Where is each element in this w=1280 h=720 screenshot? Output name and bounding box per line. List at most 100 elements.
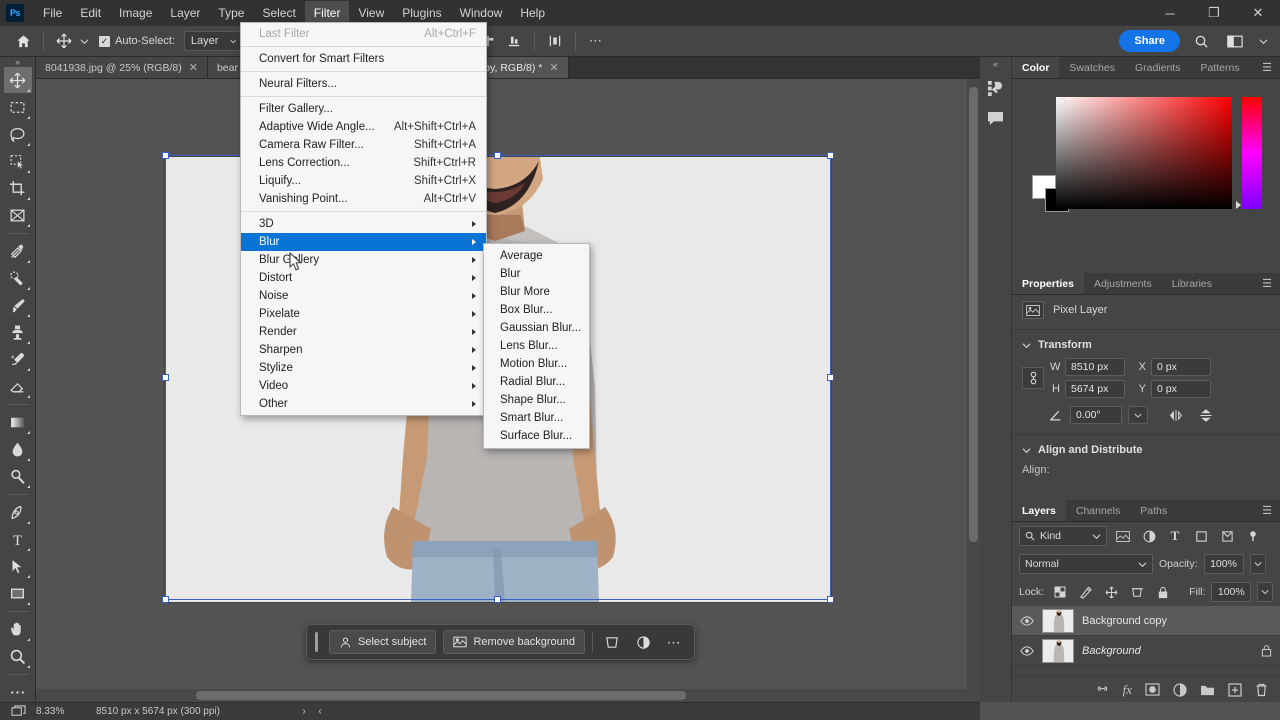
object-selection-tool[interactable] <box>4 148 32 174</box>
eraser-tool[interactable] <box>4 373 32 399</box>
y-field[interactable]: 0 px <box>1151 380 1211 398</box>
tab-gradients[interactable]: Gradients <box>1125 57 1191 78</box>
minimize-button[interactable]: ─ <box>1148 0 1192 26</box>
fill-dropdown[interactable] <box>1257 582 1274 602</box>
spot-healing-brush-tool[interactable] <box>4 265 32 291</box>
hue-strip[interactable] <box>1242 97 1262 209</box>
actions-icon[interactable] <box>983 75 1009 101</box>
delete-layer-icon[interactable] <box>1255 683 1268 697</box>
blur-submenu-item[interactable]: Gaussian Blur... <box>484 319 589 337</box>
filter-menu-item[interactable]: Video <box>241 377 486 395</box>
rail-collapse-button[interactable]: « <box>980 57 1012 71</box>
tool-preset-chevron-icon[interactable] <box>77 29 91 53</box>
brush-tool[interactable] <box>4 292 32 318</box>
zoom-level[interactable]: 8.33% <box>36 706 96 717</box>
blur-submenu[interactable]: Average Blur Blur More Box Blur... Gaussian … <box>483 243 590 449</box>
auto-select-checkbox[interactable]: ✓ Auto-Select: <box>99 35 175 47</box>
filter-toggle-icon[interactable] <box>1243 526 1263 546</box>
lasso-tool[interactable] <box>4 121 32 147</box>
tab-layers[interactable]: Layers <box>1012 500 1066 521</box>
angle-dropdown[interactable] <box>1128 406 1148 424</box>
layer-filter-dropdown[interactable]: Kind <box>1019 526 1107 546</box>
filter-menu-item[interactable]: Liquify... Shift+Ctrl+X <box>241 172 486 190</box>
blur-submenu-item[interactable]: Smart Blur... <box>484 409 589 427</box>
new-layer-icon[interactable] <box>1228 682 1242 697</box>
hand-tool[interactable] <box>4 616 32 642</box>
color-field[interactable] <box>1056 97 1232 209</box>
auto-select-scope-dropdown[interactable]: Layer <box>183 31 244 51</box>
align-bottom-icon[interactable] <box>501 29 527 53</box>
clone-stamp-tool[interactable] <box>4 319 32 345</box>
angle-field[interactable]: 0.00° <box>1070 406 1122 424</box>
menu-image[interactable]: Image <box>110 1 161 25</box>
taskbar-drag-handle[interactable] <box>315 632 318 652</box>
comments-icon[interactable] <box>983 105 1009 131</box>
transform-section-header[interactable]: Transform <box>1012 334 1280 356</box>
filter-menu-dropdown[interactable]: Last Filter Alt+Ctrl+F Convert for Smart F… <box>240 22 487 416</box>
zoom-tool[interactable] <box>4 643 32 669</box>
share-button[interactable]: Share <box>1119 30 1180 52</box>
maximize-button[interactable]: ❐ <box>1192 0 1236 26</box>
canvas-vertical-scroll-thumb[interactable] <box>969 87 978 542</box>
blur-submenu-item[interactable]: Lens Blur... <box>484 337 589 355</box>
document-info[interactable]: 8510 px x 5674 px (300 ppi) <box>96 706 296 717</box>
blur-submenu-item[interactable]: Radial Blur... <box>484 373 589 391</box>
blur-submenu-item[interactable]: Motion Blur... <box>484 355 589 373</box>
tab-color[interactable]: Color <box>1012 57 1060 78</box>
move-tool-icon[interactable] <box>51 29 77 53</box>
filter-menu-item[interactable]: Adaptive Wide Angle... Alt+Shift+Ctrl+A <box>241 118 486 136</box>
layer-row[interactable]: Background copy <box>1012 606 1280 636</box>
filter-menu-item[interactable]: Last Filter Alt+Ctrl+F <box>241 25 486 43</box>
transform-icon[interactable] <box>600 630 624 654</box>
blend-mode-dropdown[interactable]: Normal <box>1019 554 1153 574</box>
document-tab-close-icon[interactable]: ✕ <box>189 61 198 74</box>
layer-row[interactable]: Background <box>1012 636 1280 666</box>
filter-menu-item[interactable]: Vanishing Point... Alt+Ctrl+V <box>241 190 486 208</box>
width-field[interactable]: 8510 px <box>1065 358 1125 376</box>
canvas-vertical-scrollbar[interactable] <box>967 79 980 702</box>
filter-menu-item[interactable]: Camera Raw Filter... Shift+Ctrl+A <box>241 136 486 154</box>
blur-submenu-item[interactable]: Box Blur... <box>484 301 589 319</box>
color-panel-menu-icon[interactable]: ☰ <box>1262 57 1280 78</box>
flip-vertical-icon[interactable] <box>1194 408 1218 423</box>
type-tool[interactable]: T <box>4 526 32 552</box>
home-icon[interactable] <box>10 29 36 53</box>
tab-swatches[interactable]: Swatches <box>1059 57 1125 78</box>
more-options-icon[interactable]: ⋯ <box>662 630 686 654</box>
align-section-header[interactable]: Align and Distribute <box>1012 439 1280 461</box>
close-button[interactable]: ✕ <box>1236 0 1280 26</box>
filter-menu-item[interactable]: Lens Correction... Shift+Ctrl+R <box>241 154 486 172</box>
filter-menu-item[interactable]: Filter Gallery... <box>241 100 486 118</box>
new-fill-adjustment-icon[interactable] <box>1173 682 1187 697</box>
filter-menu-item[interactable]: Neural Filters... <box>241 75 486 93</box>
screen-mode-icon[interactable] <box>0 705 36 718</box>
layer-visibility-icon[interactable] <box>1020 645 1034 656</box>
filter-menu-item[interactable]: Noise <box>241 287 486 305</box>
frame-tool[interactable] <box>4 202 32 228</box>
rectangular-marquee-tool[interactable] <box>4 94 32 120</box>
lock-all-icon[interactable] <box>1153 582 1173 602</box>
filter-menu-item[interactable]: 3D <box>241 215 486 233</box>
menu-file[interactable]: File <box>34 1 71 25</box>
filter-adjustment-icon[interactable] <box>1139 526 1159 546</box>
height-field[interactable]: 5674 px <box>1065 380 1125 398</box>
tab-patterns[interactable]: Patterns <box>1190 57 1249 78</box>
filter-smart-object-icon[interactable] <box>1217 526 1237 546</box>
lock-position-icon[interactable] <box>1102 582 1122 602</box>
layer-mask-icon[interactable] <box>1145 683 1160 696</box>
pen-tool[interactable] <box>4 499 32 525</box>
blur-tool[interactable] <box>4 436 32 462</box>
menu-help[interactable]: Help <box>511 1 554 25</box>
blur-submenu-item[interactable]: Average <box>484 247 589 265</box>
status-prev-arrow[interactable]: ‹ <box>312 706 328 717</box>
menu-edit[interactable]: Edit <box>71 1 110 25</box>
lock-transparent-icon[interactable] <box>1050 582 1070 602</box>
link-layers-icon[interactable] <box>1095 685 1110 695</box>
eyedropper-tool[interactable] <box>4 238 32 264</box>
canvas-horizontal-scrollbar[interactable] <box>36 689 980 702</box>
filter-menu-item[interactable]: Distort <box>241 269 486 287</box>
document-tab-close-icon[interactable]: ✕ <box>549 61 558 74</box>
menu-layer[interactable]: Layer <box>161 1 209 25</box>
lock-artboard-icon[interactable] <box>1128 582 1148 602</box>
filter-menu-item[interactable]: Render <box>241 323 486 341</box>
